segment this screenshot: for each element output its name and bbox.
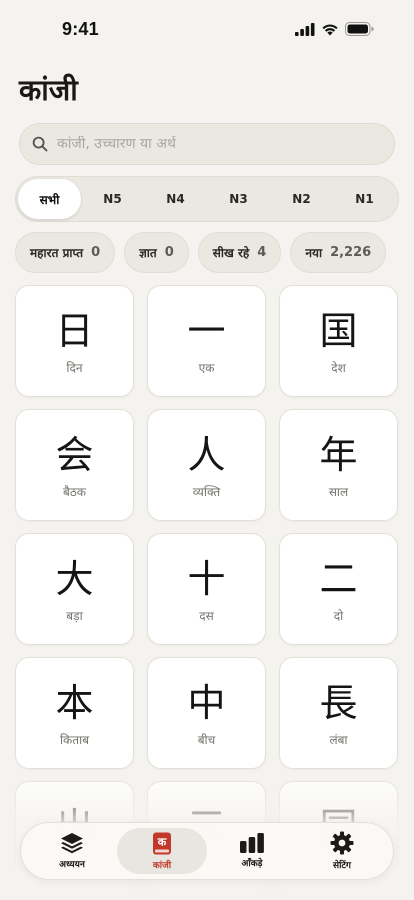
kanji-meaning: बैठक bbox=[62, 485, 87, 499]
kanji-meaning: दो bbox=[333, 609, 344, 623]
stat-label: सीख रहे bbox=[212, 246, 250, 260]
level-tab-n4[interactable]: N4 bbox=[144, 179, 207, 219]
kanji-character: 中 bbox=[187, 681, 226, 725]
kanji-card[interactable]: 日 दिन bbox=[15, 285, 134, 397]
tab-stats[interactable]: आँकड़े bbox=[207, 828, 297, 874]
tab-bar: अध्ययन क कांजी आँकड़े सेटिंग bbox=[20, 822, 394, 880]
kanji-character: 年 bbox=[319, 433, 358, 477]
status-filter-row: महारत प्राप्त 0 ज्ञात 0 सीख रहे 4 नया 2,… bbox=[15, 232, 387, 273]
status-time: 9:41 bbox=[62, 19, 99, 39]
kanji-meaning: बड़ा bbox=[66, 609, 83, 623]
stat-pill-mastered[interactable]: महारत प्राप्त 0 bbox=[15, 232, 116, 273]
stat-label: नया bbox=[305, 246, 323, 260]
bar-chart-icon bbox=[239, 833, 265, 853]
tab-settings[interactable]: सेटिंग bbox=[297, 828, 387, 874]
level-tab-n2[interactable]: N2 bbox=[270, 179, 333, 219]
kanji-card[interactable]: 会 बैठक bbox=[15, 409, 134, 521]
layers-icon bbox=[60, 832, 84, 854]
kanji-card[interactable]: 本 किताब bbox=[15, 657, 134, 769]
search-icon bbox=[32, 136, 48, 152]
svg-text:क: क bbox=[157, 835, 167, 848]
kanji-meaning: साल bbox=[328, 485, 349, 499]
status-icons bbox=[295, 22, 374, 36]
kanji-character: 本 bbox=[55, 681, 94, 725]
kanji-character: 国 bbox=[319, 309, 358, 353]
kanji-meaning: लंबा bbox=[329, 733, 348, 747]
level-filter: सभी N5 N4 N3 N2 N1 bbox=[15, 176, 399, 222]
level-tab-n5[interactable]: N5 bbox=[81, 179, 144, 219]
kanji-character: 十 bbox=[187, 557, 226, 601]
kanji-book-icon: क bbox=[152, 832, 172, 855]
kanji-meaning: बीच bbox=[197, 733, 216, 747]
kanji-card[interactable]: 年 साल bbox=[279, 409, 398, 521]
kanji-card[interactable]: 二 दो bbox=[279, 533, 398, 645]
tab-kanji[interactable]: क कांजी bbox=[117, 828, 207, 874]
wifi-icon bbox=[321, 23, 339, 36]
kanji-meaning: एक bbox=[198, 361, 215, 375]
tab-label: अध्ययन bbox=[59, 860, 85, 870]
kanji-meaning: देश bbox=[331, 361, 346, 375]
kanji-card[interactable]: 国 देश bbox=[279, 285, 398, 397]
stat-label: ज्ञात bbox=[139, 246, 157, 260]
gear-icon bbox=[330, 831, 354, 855]
battery-icon bbox=[345, 22, 374, 36]
stat-pill-new[interactable]: नया 2,226 bbox=[290, 232, 387, 273]
stat-count: 0 bbox=[91, 245, 101, 260]
kanji-meaning: दस bbox=[199, 609, 214, 623]
status-bar: 9:41 bbox=[0, 0, 414, 60]
page-title: कांजी bbox=[19, 73, 78, 107]
kanji-screen: 9:41 कांजी कांजी, उच्चारण या अर्थ सभी N5… bbox=[0, 0, 414, 900]
search-input[interactable] bbox=[57, 136, 377, 152]
kanji-character: 一 bbox=[187, 309, 226, 353]
kanji-character: 大 bbox=[55, 557, 94, 601]
kanji-character: 会 bbox=[55, 433, 94, 477]
kanji-character: 人 bbox=[187, 433, 226, 477]
stat-label: महारत प्राप्त bbox=[30, 246, 84, 260]
kanji-card[interactable]: 一 एक bbox=[147, 285, 266, 397]
stat-pill-known[interactable]: ज्ञात 0 bbox=[124, 232, 189, 273]
level-tab-all[interactable]: सभी bbox=[18, 179, 81, 219]
stat-pill-learning[interactable]: सीख रहे 4 bbox=[197, 232, 282, 273]
kanji-meaning: व्यक्ति bbox=[192, 485, 221, 499]
kanji-character: 二 bbox=[319, 557, 358, 601]
kanji-meaning: किताब bbox=[59, 733, 90, 747]
level-tab-n3[interactable]: N3 bbox=[207, 179, 270, 219]
stat-count: 4 bbox=[257, 245, 267, 260]
kanji-card[interactable]: 大 बड़ा bbox=[15, 533, 134, 645]
stat-count: 2,226 bbox=[330, 245, 372, 260]
kanji-character: 長 bbox=[319, 681, 358, 725]
cellular-signal-icon bbox=[295, 22, 315, 36]
tab-label: सेटिंग bbox=[332, 861, 352, 871]
kanji-card[interactable]: 長 लंबा bbox=[279, 657, 398, 769]
kanji-character: 日 bbox=[55, 309, 94, 353]
search-bar[interactable] bbox=[19, 123, 395, 165]
kanji-meaning: दिन bbox=[66, 361, 83, 375]
tab-label: आँकड़े bbox=[241, 859, 263, 869]
tab-label: कांजी bbox=[152, 860, 172, 871]
kanji-card[interactable]: 中 बीच bbox=[147, 657, 266, 769]
level-tab-n1[interactable]: N1 bbox=[333, 179, 396, 219]
kanji-card[interactable]: 人 व्यक्ति bbox=[147, 409, 266, 521]
stat-count: 0 bbox=[164, 245, 174, 260]
tab-study[interactable]: अध्ययन bbox=[27, 828, 117, 874]
kanji-card[interactable]: 十 दस bbox=[147, 533, 266, 645]
